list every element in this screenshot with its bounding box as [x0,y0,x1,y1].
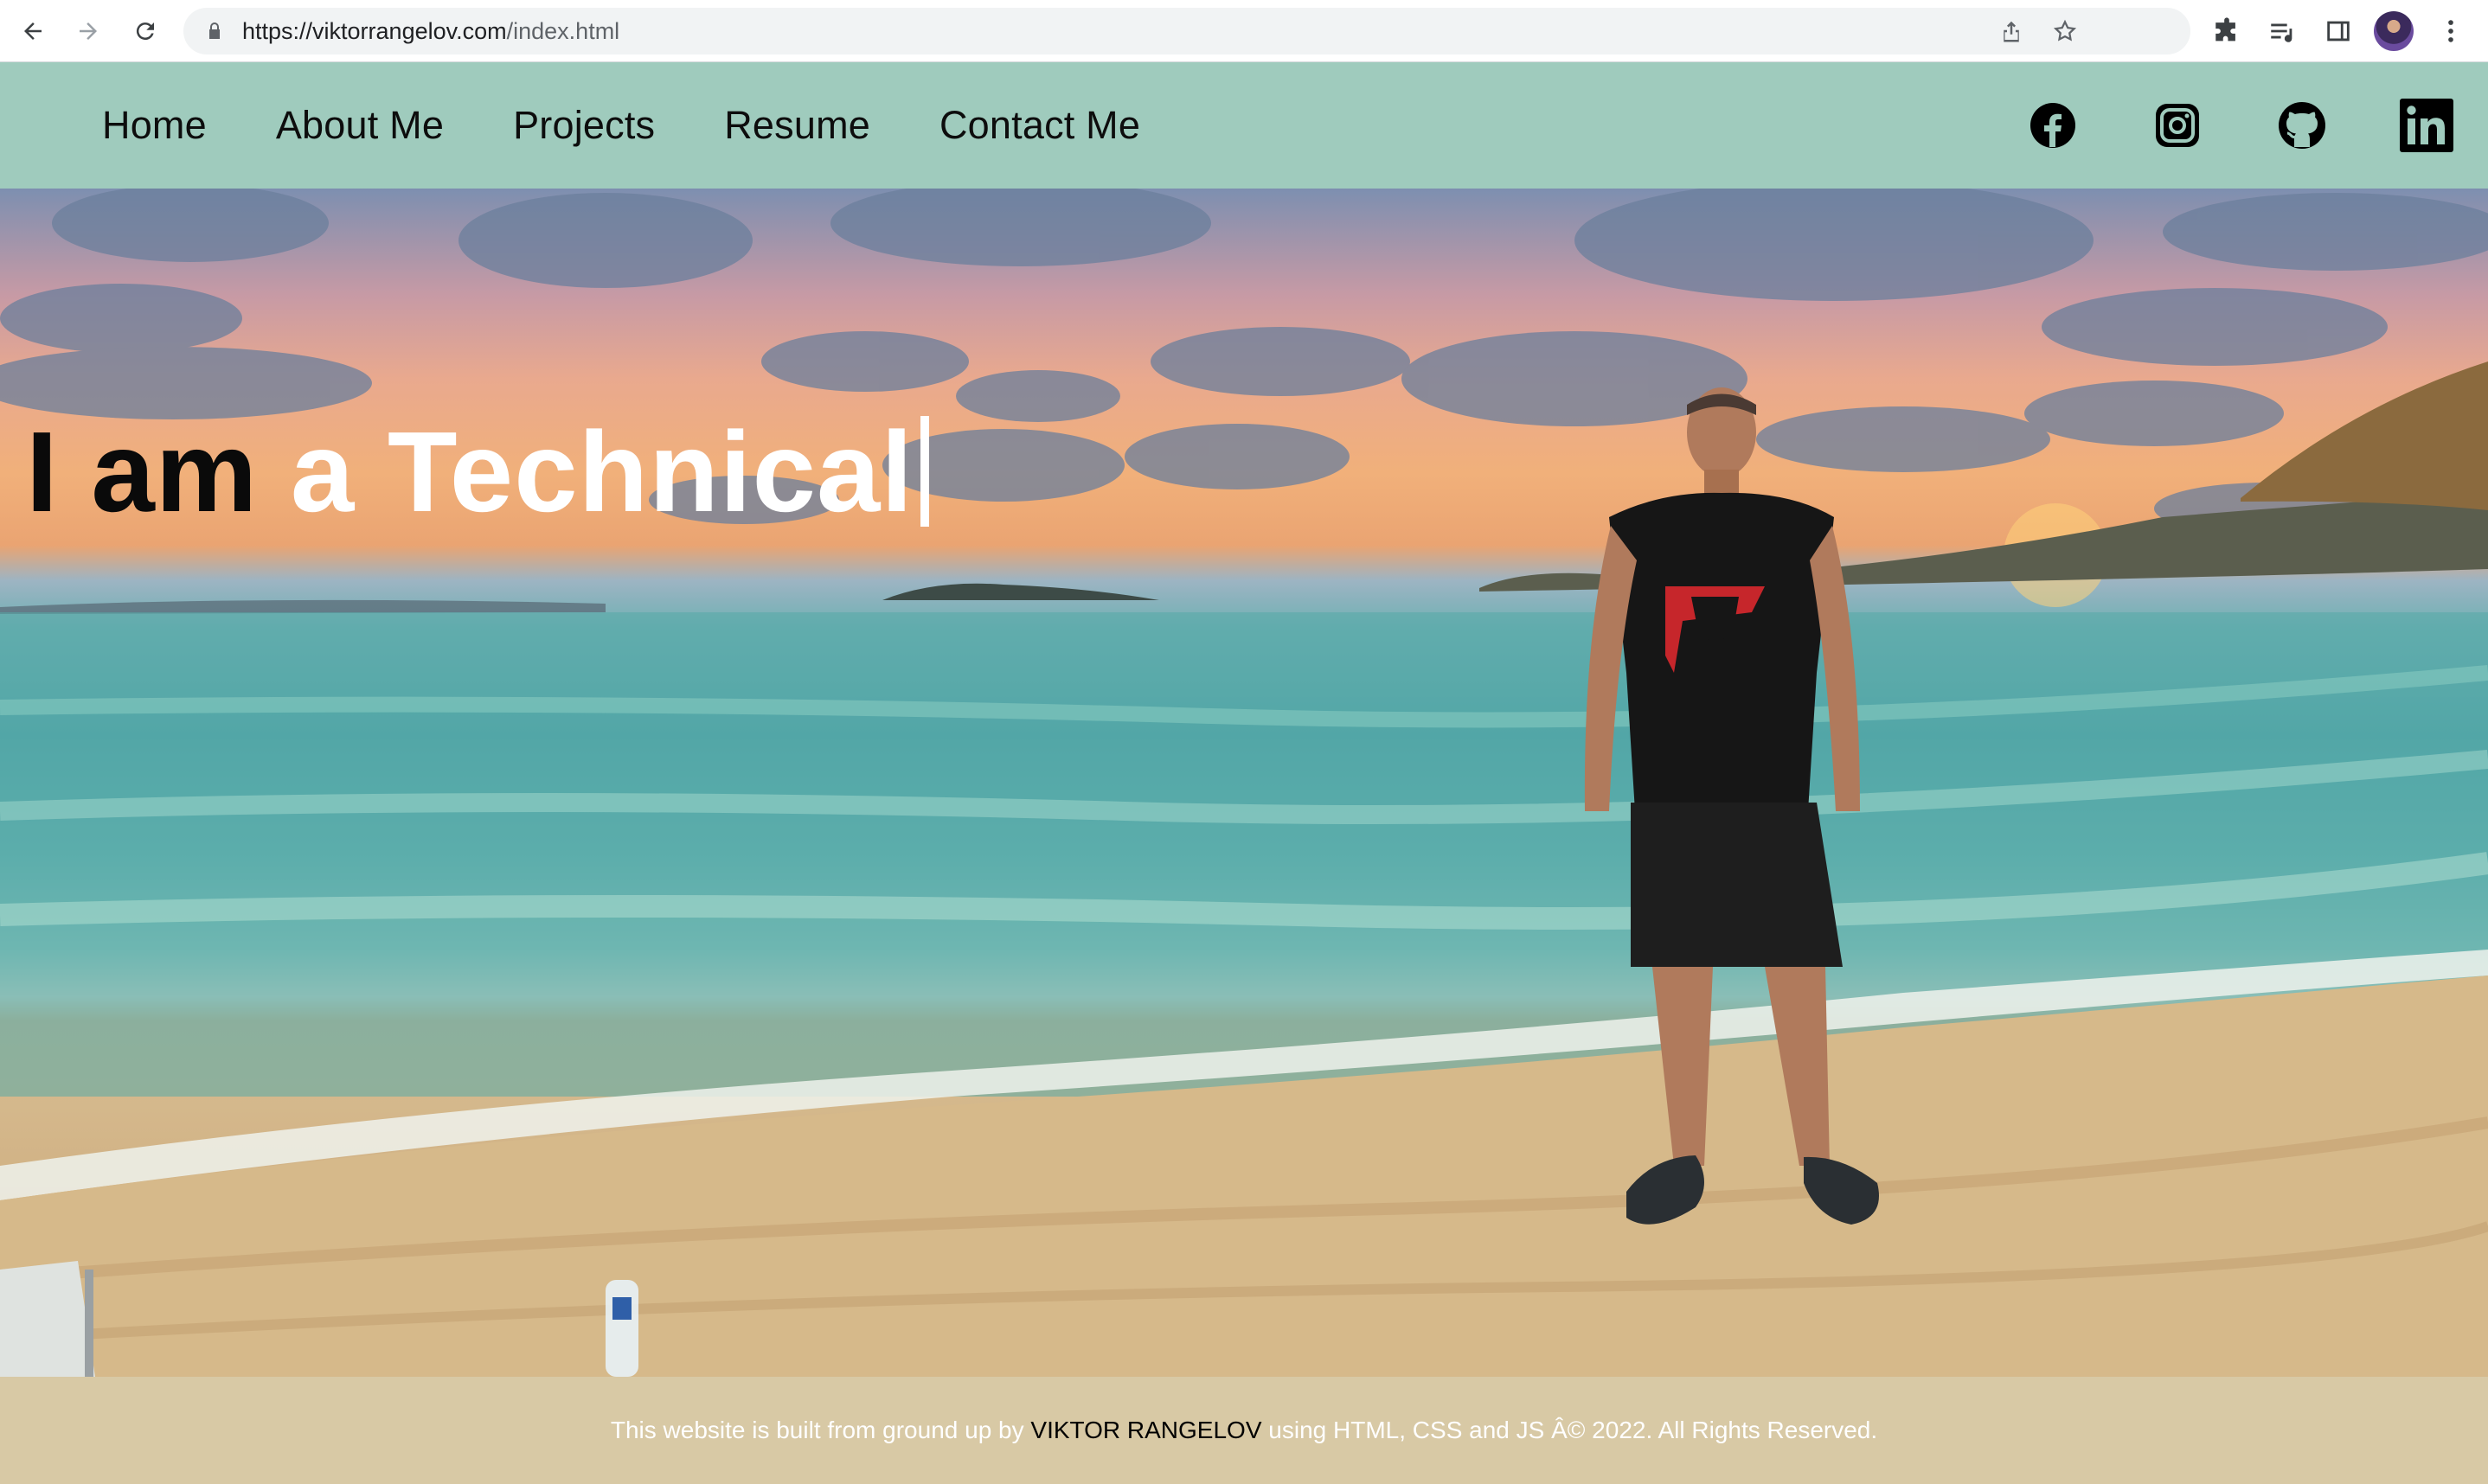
lock-icon[interactable] [204,21,225,42]
facebook-icon [2030,103,2075,148]
typing-cursor [920,416,930,527]
instagram-link[interactable] [2151,99,2204,152]
footer-text-after: using HTML, CSS and JS Â© 2022. All Righ… [1268,1417,1878,1443]
linkedin-icon [2400,99,2453,152]
site-footer: This website is built from ground up by … [0,1377,2488,1484]
github-icon [2279,102,2325,149]
reading-list-icon[interactable] [2267,16,2297,46]
url-text[interactable]: https://viktorrangelov.com/index.html [242,8,619,54]
hero-headline: I am a Technical [26,406,930,537]
nav-link-about-me[interactable]: About Me [276,103,444,148]
headline-word-i: I [26,408,59,535]
nav-link-home[interactable]: Home [102,103,207,148]
facebook-link[interactable] [2026,99,2080,152]
forward-button[interactable] [69,12,107,50]
footer-text: This website is built from ground up by … [611,1417,1877,1444]
footer-text-before: This website is built from ground up by [610,1417,1024,1443]
address-bar[interactable]: https://viktorrangelov.com/index.html [183,8,2190,54]
nav-links: Home About Me Projects Resume Contact Me [102,62,1209,189]
hero-section: I am a Technical [0,189,2488,1377]
site-navbar: Home About Me Projects Resume Contact Me [0,62,2488,189]
browser-toolbar: https://viktorrangelov.com/index.html [0,0,2488,62]
headline-typed-text: a Technical [290,408,914,535]
footer-author-name: VIKTOR RANGELOV [1030,1417,1262,1443]
github-link[interactable] [2275,99,2329,152]
kebab-menu-icon[interactable] [2436,16,2466,46]
reload-button[interactable] [126,12,164,50]
back-button[interactable] [14,12,52,50]
star-icon[interactable] [2052,18,2078,44]
side-panel-icon[interactable] [2324,16,2353,46]
reload-icon [136,22,154,41]
nav-link-projects[interactable]: Projects [513,103,655,148]
extensions-icon[interactable] [2212,16,2241,46]
linkedin-link[interactable] [2400,99,2453,152]
forward-arrow-icon [80,22,97,40]
profile-avatar[interactable] [2374,11,2414,51]
beach-sunset-photo [0,189,2488,1377]
share-icon[interactable] [1998,18,2024,44]
nav-link-contact-me[interactable]: Contact Me [939,103,1140,148]
headline-word-am: am [91,408,259,535]
instagram-icon [2156,104,2199,147]
back-arrow-icon [24,22,42,40]
url-path: /index.html [506,18,620,44]
url-host: https://viktorrangelov.com [242,18,507,44]
nav-link-resume[interactable]: Resume [724,103,870,148]
